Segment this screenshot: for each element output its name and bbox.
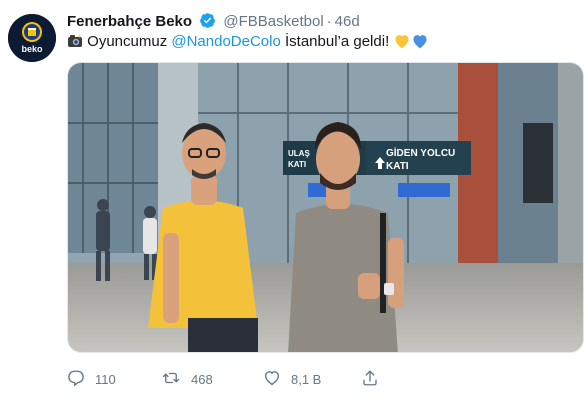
- tweet-actions: 110 468 8,1 B: [67, 364, 487, 394]
- retweet-button[interactable]: 468: [161, 367, 213, 391]
- avatar[interactable]: beko: [8, 14, 56, 62]
- blue-heart-icon: [411, 33, 429, 55]
- retweet-count: 468: [191, 371, 213, 387]
- tweet-text: Oyuncumuz @NandoDeColo İstanbul’a geldi!: [67, 32, 429, 55]
- camera-flash-icon: [67, 33, 83, 55]
- arrivals-sign-text: ULAŞ: [288, 149, 310, 158]
- heart-icon: [263, 369, 281, 390]
- like-count: 8,1 B: [291, 371, 322, 387]
- departures-sign-text-2: KATI: [386, 161, 409, 172]
- handle[interactable]: @FBBasketbol: [223, 13, 323, 30]
- arrivals-sign-text-2: KATI: [288, 160, 306, 169]
- tweet-header: Fenerbahçe Beko @FBBasketbol · 46d: [67, 12, 360, 32]
- airport-photo-illustration: GİDEN YOLCU KATI ULAŞ KATI: [68, 63, 583, 352]
- like-button[interactable]: 8,1 B: [263, 367, 321, 391]
- tweet-text-part: İstanbul’a geldi!: [280, 33, 390, 50]
- retweet-icon: [161, 369, 181, 390]
- yellow-heart-icon: [393, 33, 411, 55]
- fenerbahce-logo-icon: beko: [8, 14, 56, 62]
- reply-button[interactable]: 110: [67, 367, 116, 391]
- mention-link[interactable]: @NandoDeColo: [171, 33, 280, 50]
- reply-icon: [67, 369, 85, 390]
- timestamp[interactable]: 46d: [335, 13, 360, 30]
- departures-sign-text: GİDEN YOLCU: [386, 146, 455, 159]
- avatar-wordmark: beko: [21, 44, 43, 54]
- display-name[interactable]: Fenerbahçe Beko: [67, 13, 192, 30]
- tweet[interactable]: beko Fenerbahçe Beko @FBBasketbol · 46d Oy…: [0, 0, 588, 402]
- share-icon: [361, 369, 379, 390]
- tweet-photo[interactable]: GİDEN YOLCU KATI ULAŞ KATI: [67, 62, 584, 353]
- tweet-text-part: Oyuncumuz: [87, 33, 172, 50]
- share-button[interactable]: [361, 367, 379, 391]
- separator-dot: ·: [326, 13, 332, 30]
- reply-count: 110: [95, 371, 116, 387]
